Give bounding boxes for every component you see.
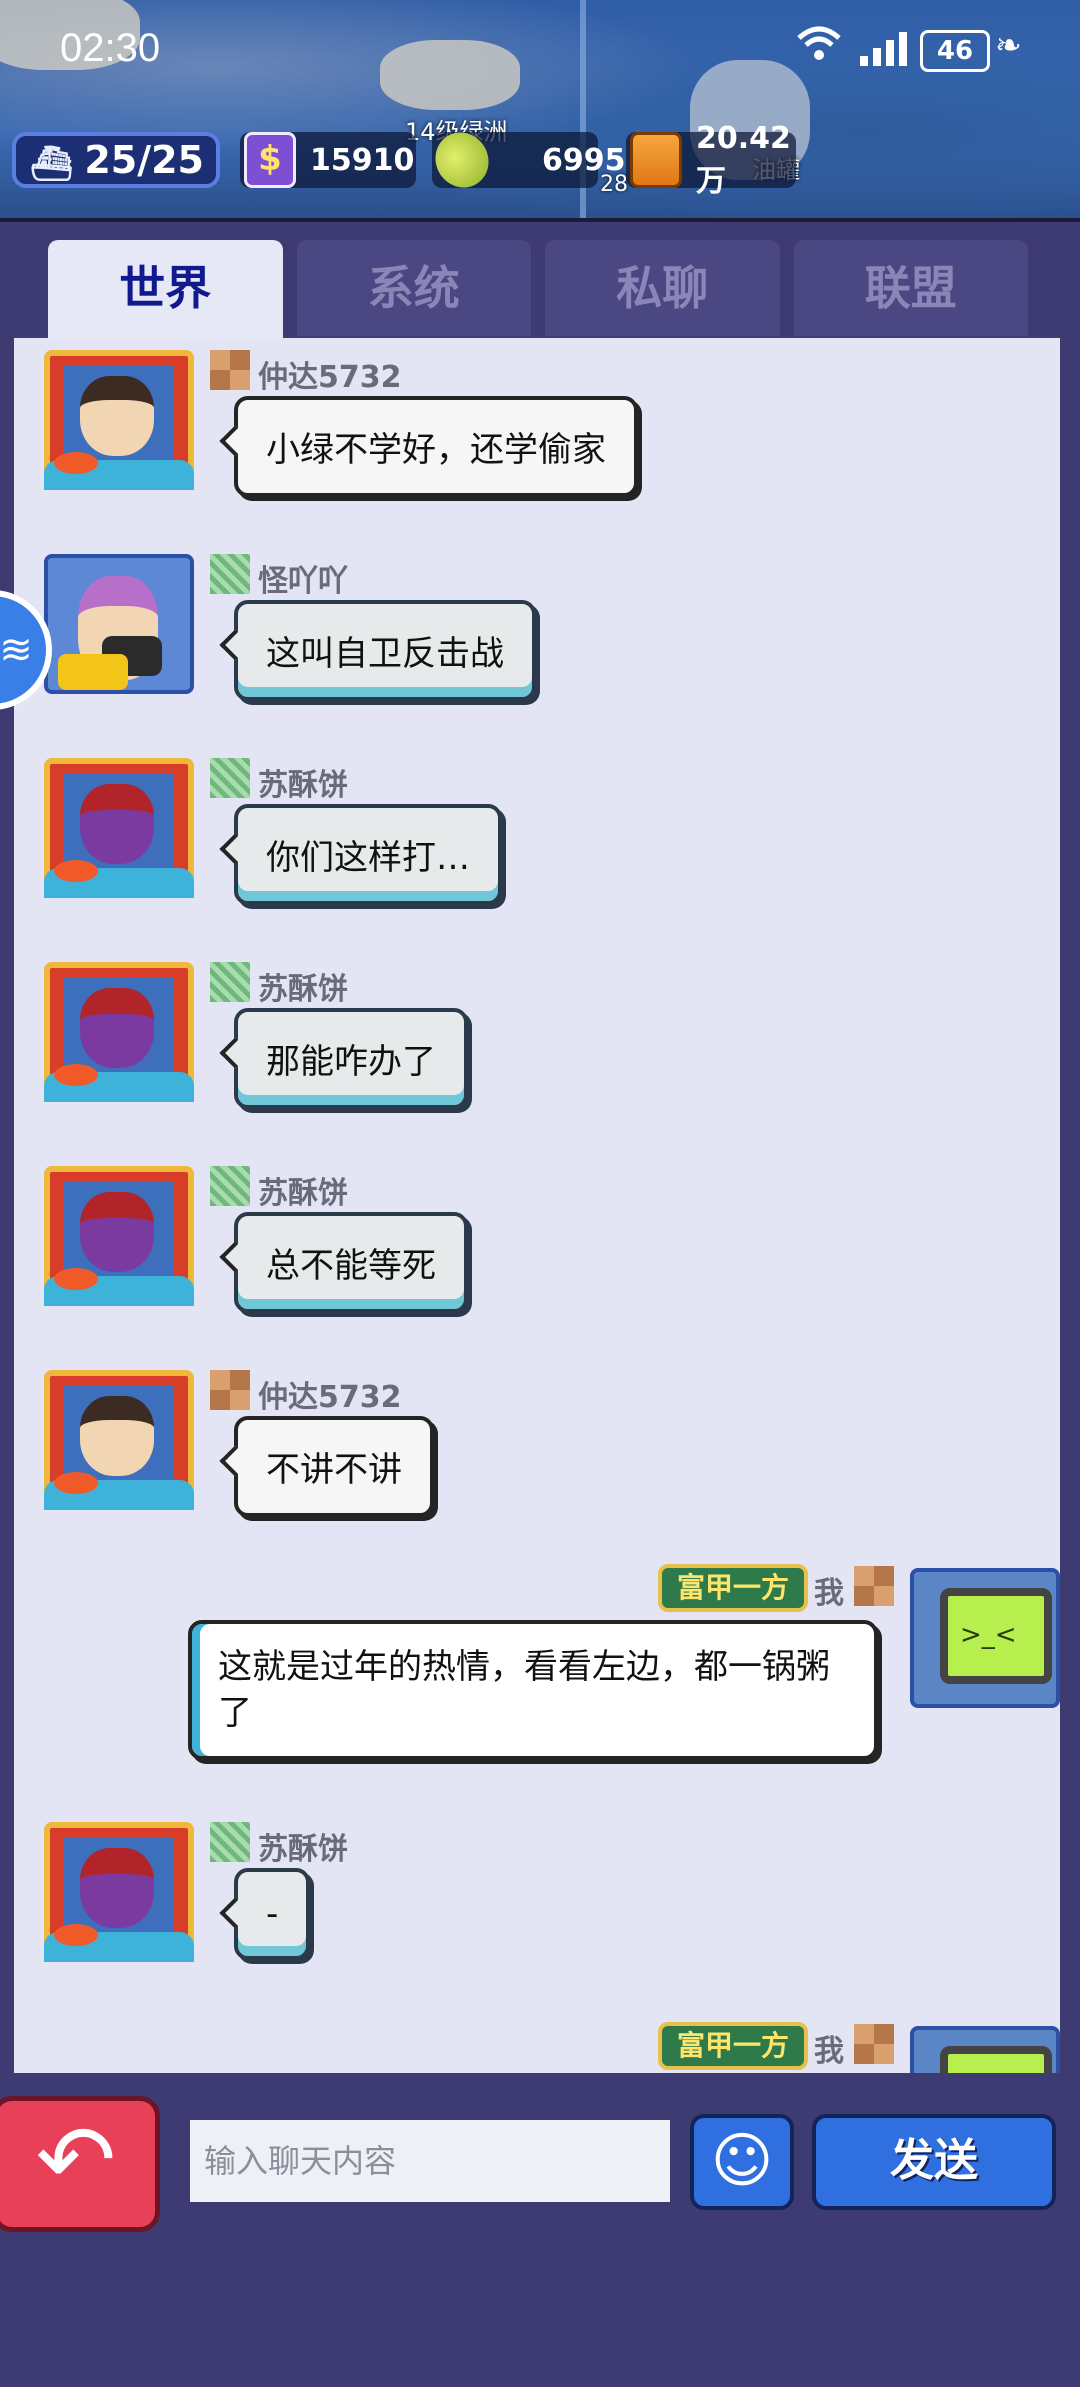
send-button[interactable]: 发送: [812, 2114, 1056, 2210]
message-bubble[interactable]: 那能咋办了: [219, 1008, 468, 1109]
fleet-value: 25/25: [84, 138, 204, 182]
wifi-icon: [795, 24, 843, 74]
message-text: 这就是过年的热情，看看左边，都一锅粥了: [218, 1647, 830, 1733]
avatar[interactable]: [44, 1166, 194, 1306]
back-button[interactable]: ↶: [0, 2096, 160, 2232]
rank-badge-icon: [210, 1822, 250, 1862]
avatar[interactable]: [44, 962, 194, 1102]
message-bubble[interactable]: 你们这样打…: [219, 804, 502, 905]
rank-badge-icon: [210, 758, 250, 798]
chat-panel: 世界 系统 私聊 联盟 仲达5732 小绿不学好，还学偷家 怪吖吖 这叫自卫反击…: [0, 218, 1080, 2387]
wave-icon: ≋: [0, 627, 33, 673]
smiley-icon: ☺: [710, 2126, 774, 2196]
message-text: -: [266, 1894, 279, 1934]
avatar[interactable]: [44, 554, 194, 694]
tab-private[interactable]: 私聊: [545, 240, 780, 336]
fuel-resource[interactable]: 20.42万: [626, 121, 796, 199]
rank-badge-icon: [854, 2024, 894, 2064]
title-badge: 富甲一方: [658, 1564, 808, 1612]
sender-name[interactable]: 怪吖吖: [258, 556, 348, 600]
rank-badge-icon: [210, 1166, 250, 1206]
rank-badge-icon: [854, 1566, 894, 1606]
message-bubble[interactable]: 不讲不讲: [219, 1416, 434, 1517]
back-arrow-icon: ↶: [35, 2104, 117, 2216]
token-value: 15910: [310, 142, 415, 178]
rank-badge-icon: [210, 962, 250, 1002]
message-text: 总不能等死: [266, 1246, 436, 1286]
fuel-value: 20.42万: [696, 120, 791, 199]
message-text: 小绿不学好，还学偷家: [266, 430, 606, 470]
chat-input[interactable]: [190, 2120, 670, 2202]
coin-value: 6995: [542, 142, 626, 178]
message-list[interactable]: 仲达5732 小绿不学好，还学偷家 怪吖吖 这叫自卫反击战 苏酥饼 你们这样打……: [14, 338, 1060, 2073]
message-text: 这叫自卫反击战: [266, 634, 504, 674]
sender-name[interactable]: 仲达5732: [258, 1372, 402, 1416]
message-bubble[interactable]: 小绿不学好，还学偷家: [219, 396, 638, 497]
avatar[interactable]: [44, 758, 194, 898]
sender-name[interactable]: 仲达5732: [258, 352, 402, 396]
message-text: 不讲不讲: [266, 1450, 402, 1490]
avatar[interactable]: [44, 1822, 194, 1962]
rank-badge-icon: [210, 554, 250, 594]
avatar[interactable]: [44, 350, 194, 490]
coin-resource[interactable]: 6995: [425, 122, 626, 198]
chat-tabs: 世界 系统 私聊 联盟: [48, 240, 1028, 358]
my-avatar[interactable]: [910, 2026, 1060, 2073]
sender-name[interactable]: 我: [814, 1568, 844, 1612]
message-text: 那能咋办了: [266, 1042, 436, 1082]
sender-name[interactable]: 苏酥饼: [258, 964, 348, 1008]
message-bubble[interactable]: 这就是过年的热情，看看左边，都一锅粥了: [188, 1620, 878, 1760]
tab-system[interactable]: 系统: [296, 240, 531, 336]
battery-icon: 46: [920, 30, 990, 72]
system-status-bar: 02:30 46 ❧: [0, 0, 1080, 100]
signal-icon: [860, 30, 907, 66]
token-resource[interactable]: $ 15910: [240, 132, 416, 188]
coin-icon: [425, 122, 499, 198]
title-badge: 富甲一方: [658, 2022, 808, 2070]
token-icon: $: [244, 132, 296, 188]
message-bubble[interactable]: 总不能等死: [219, 1212, 468, 1313]
my-avatar[interactable]: >_<: [910, 1568, 1060, 1708]
leaf-icon: ❧: [995, 26, 1022, 64]
message-bubble[interactable]: 这叫自卫反击战: [219, 600, 536, 701]
clock: 02:30: [60, 26, 161, 70]
sender-name[interactable]: 我: [814, 2026, 844, 2070]
message-text: 你们这样打…: [266, 838, 470, 878]
sender-name[interactable]: 苏酥饼: [258, 1824, 348, 1868]
avatar[interactable]: [44, 1370, 194, 1510]
message-bubble[interactable]: -: [219, 1868, 311, 1960]
fleet-counter[interactable]: ⛴ 25/25: [12, 132, 220, 188]
tab-alliance[interactable]: 联盟: [793, 240, 1028, 336]
ship-icon: ⛴: [30, 144, 74, 184]
rank-badge-icon: [210, 350, 250, 390]
emoji-button[interactable]: ☺: [690, 2114, 794, 2210]
sender-name[interactable]: 苏酥饼: [258, 760, 348, 804]
angry-face-icon: >_<: [960, 1620, 1017, 1650]
fuel-can-icon: [630, 132, 682, 188]
sender-name[interactable]: 苏酥饼: [258, 1168, 348, 1212]
rank-badge-icon: [210, 1370, 250, 1410]
